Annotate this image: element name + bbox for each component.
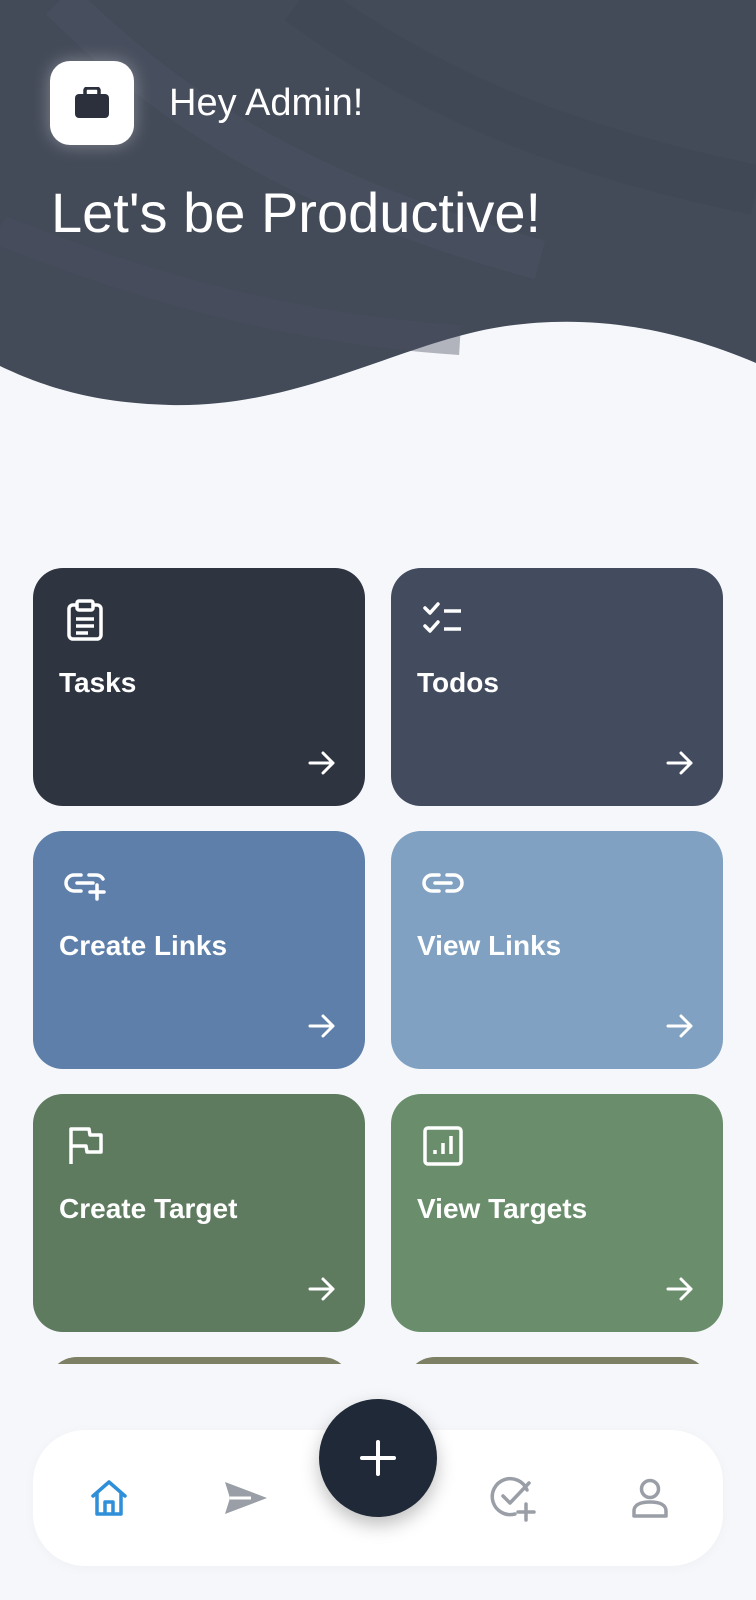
- tile-view-links[interactable]: View Links: [391, 831, 723, 1069]
- tile-view-targets[interactable]: View Targets: [391, 1094, 723, 1332]
- tile-create-target[interactable]: Create Target: [33, 1094, 365, 1332]
- checklist-icon: [423, 602, 461, 633]
- nav-profile[interactable]: [622, 1470, 678, 1526]
- tile-todos[interactable]: Todos: [391, 568, 723, 806]
- tile-tasks[interactable]: Tasks: [33, 568, 365, 806]
- flag-icon: [69, 1127, 103, 1164]
- arrow-right-icon: [308, 751, 335, 775]
- arrow-right-icon: [308, 1014, 335, 1038]
- user-icon: [632, 1478, 668, 1518]
- plus-icon: [360, 1440, 396, 1476]
- nav-home[interactable]: [81, 1470, 137, 1526]
- tile-label: View Targets: [417, 1193, 588, 1224]
- app-logo: [50, 61, 134, 145]
- check-circle-plus-icon: [490, 1476, 536, 1522]
- greeting-text: Hey Admin!: [169, 82, 364, 124]
- add-fab-button[interactable]: [319, 1399, 437, 1517]
- briefcase-icon: [75, 87, 109, 118]
- tile-label: View Links: [417, 930, 562, 961]
- link-icon: [422, 873, 464, 893]
- clipboard-list-icon: [67, 599, 103, 641]
- nav-add-task[interactable]: [485, 1470, 541, 1526]
- page-headline: Let's be Productive!: [51, 181, 542, 244]
- arrow-right-icon: [666, 751, 693, 775]
- tile-partial-left[interactable]: [47, 1357, 352, 1364]
- home-icon: [91, 1480, 127, 1516]
- arrow-right-icon: [666, 1014, 693, 1038]
- send-icon: [225, 1482, 267, 1514]
- tile-label: Todos: [417, 667, 499, 698]
- tile-label: Tasks: [59, 667, 137, 698]
- link-plus-icon: [64, 873, 106, 901]
- tile-label: Create Links: [59, 930, 228, 961]
- arrow-right-icon: [666, 1277, 693, 1301]
- tile-create-links[interactable]: Create Links: [33, 831, 365, 1069]
- tile-label: Create Target: [59, 1193, 238, 1224]
- bar-chart-icon: [423, 1126, 463, 1166]
- arrow-right-icon: [308, 1277, 335, 1301]
- nav-send[interactable]: [218, 1470, 274, 1526]
- tile-partial-right[interactable]: [405, 1357, 710, 1364]
- header-banner: Hey Admin! Let's be Productive!: [0, 0, 756, 420]
- feature-grid: Tasks Todos Create Links View Links Crea…: [0, 568, 756, 1364]
